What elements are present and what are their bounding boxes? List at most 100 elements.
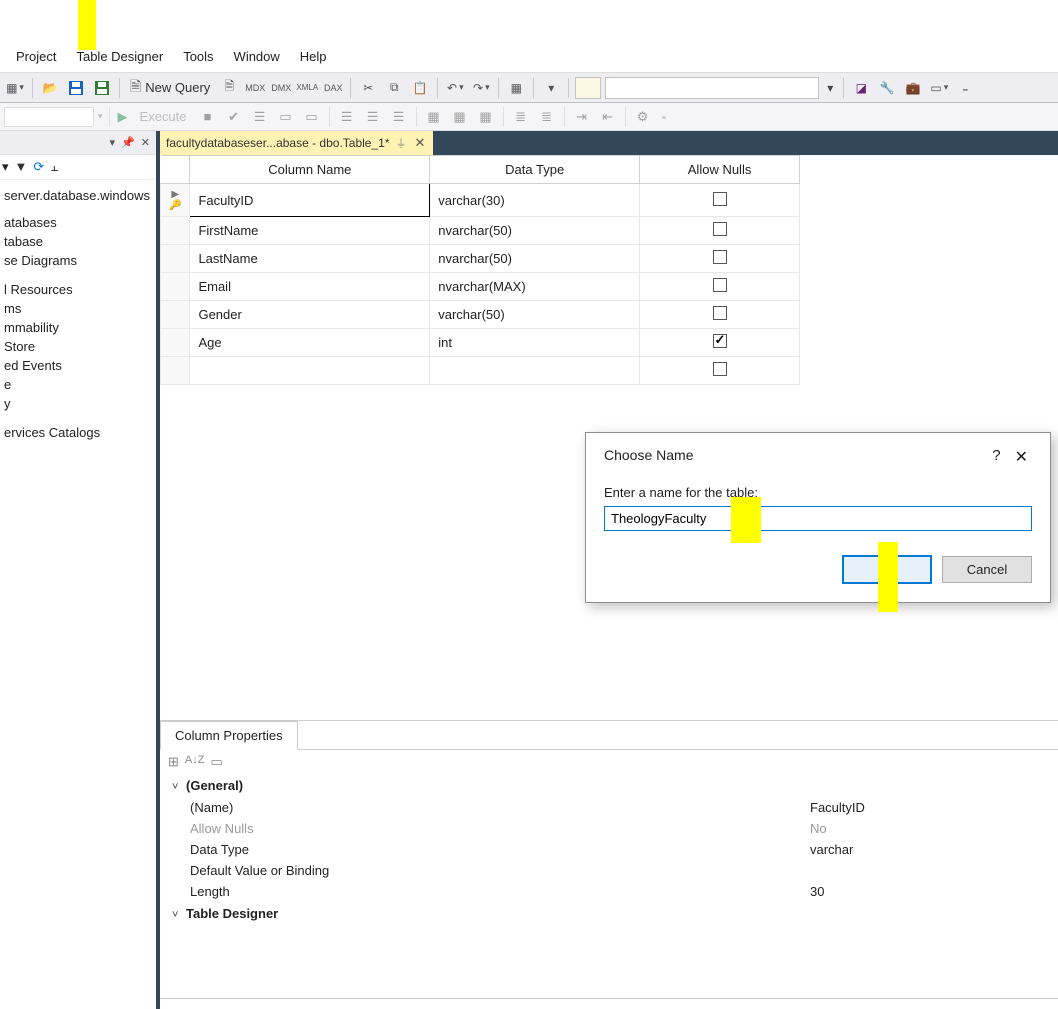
activity-icon[interactable]: ◪: [850, 77, 872, 99]
dax-icon[interactable]: DAX: [322, 77, 344, 99]
copy-icon[interactable]: ⧉: [383, 77, 405, 99]
server-node[interactable]: server.database.windows: [0, 186, 156, 205]
wrench-icon[interactable]: 🔧: [876, 77, 898, 99]
menu-help[interactable]: Help: [290, 45, 337, 68]
allow-nulls-checkbox[interactable]: [713, 278, 727, 292]
property-value[interactable]: [810, 863, 1046, 878]
alphabetical-icon[interactable]: A↓Z: [185, 754, 205, 770]
cut-icon[interactable]: ✂: [357, 77, 379, 99]
tree-node[interactable]: [0, 270, 156, 280]
column-name-cell[interactable]: Gender: [190, 301, 430, 329]
data-type-cell[interactable]: nvarchar(50): [430, 217, 640, 245]
data-type-cell[interactable]: [430, 357, 640, 385]
column-properties-tab[interactable]: Column Properties: [160, 721, 298, 750]
pin-icon[interactable]: ⏚: [396, 135, 407, 151]
menu-window[interactable]: Window: [224, 45, 290, 68]
briefcase-icon[interactable]: 💼: [902, 77, 924, 99]
mdx-icon[interactable]: MDX: [244, 77, 266, 99]
tree-node[interactable]: y: [0, 394, 156, 413]
row-selector[interactable]: [161, 301, 190, 329]
row-selector[interactable]: [161, 357, 190, 385]
tree-node[interactable]: e: [0, 375, 156, 394]
property-row[interactable]: Default Value or Binding: [190, 860, 1046, 881]
object-tree[interactable]: server.database.windows atabasestabasese…: [0, 180, 156, 1009]
allow-nulls-cell[interactable]: [640, 217, 800, 245]
data-type-cell[interactable]: varchar(50): [430, 301, 640, 329]
allow-nulls-cell[interactable]: [640, 329, 800, 357]
tree-node[interactable]: Store: [0, 337, 156, 356]
undo-dropdown[interactable]: ↶: [444, 77, 466, 99]
allow-nulls-cell[interactable]: [640, 301, 800, 329]
refresh-icon[interactable]: ⟳: [33, 159, 44, 175]
redo-dropdown[interactable]: ↷: [470, 77, 492, 99]
new-query-button[interactable]: 🗎New Query: [126, 76, 214, 100]
execute-button[interactable]: Execute: [134, 109, 193, 124]
row-selector[interactable]: [161, 245, 190, 273]
allow-nulls-checkbox[interactable]: [713, 306, 727, 320]
dialog-close-icon[interactable]: ✕: [1011, 447, 1032, 467]
property-row[interactable]: Allow NullsNo: [190, 818, 1046, 839]
data-type-cell[interactable]: int: [430, 329, 640, 357]
header-allow-nulls[interactable]: Allow Nulls: [640, 156, 800, 184]
category-general[interactable]: (General): [172, 774, 1046, 797]
column-name-cell[interactable]: FacultyID: [190, 184, 430, 217]
header-data-type[interactable]: Data Type: [430, 156, 640, 184]
search-combo[interactable]: [605, 77, 819, 99]
column-name-cell[interactable]: FirstName: [190, 217, 430, 245]
connect-dropdown[interactable]: ▾: [2, 159, 9, 175]
property-value[interactable]: FacultyID: [810, 800, 1046, 815]
save-icon[interactable]: [65, 77, 87, 99]
tree-node[interactable]: tabase: [0, 232, 156, 251]
allow-nulls-checkbox[interactable]: [713, 362, 727, 376]
panel-pin-icon[interactable]: 📌: [121, 136, 135, 149]
tree-node[interactable]: l Resources: [0, 280, 156, 299]
property-value[interactable]: 30: [810, 884, 1046, 899]
allow-nulls-checkbox[interactable]: [713, 222, 727, 236]
property-value[interactable]: varchar: [810, 842, 1046, 857]
menu-project[interactable]: Project: [6, 45, 66, 68]
tree-node[interactable]: ms: [0, 299, 156, 318]
search-launch-icon[interactable]: [575, 77, 601, 99]
column-name-cell[interactable]: Age: [190, 329, 430, 357]
activity-monitor-icon[interactable]: ⫠: [50, 159, 58, 175]
header-column-name[interactable]: Column Name: [190, 156, 430, 184]
categorized-icon[interactable]: ⊞: [168, 754, 179, 770]
allow-nulls-checkbox[interactable]: [713, 250, 727, 264]
overflow-icon[interactable]: ₌: [954, 77, 976, 99]
dropdown-icon[interactable]: ▾: [540, 77, 562, 99]
xmla-icon[interactable]: XMLA: [296, 77, 318, 99]
row-selector[interactable]: ▶🔑: [161, 184, 190, 217]
row-selector[interactable]: [161, 217, 190, 245]
allow-nulls-checkbox[interactable]: [713, 192, 727, 206]
allow-nulls-cell[interactable]: [640, 184, 800, 217]
allow-nulls-cell[interactable]: [640, 245, 800, 273]
category-table-designer[interactable]: Table Designer: [172, 902, 1046, 925]
tab-close-icon[interactable]: ✕: [413, 135, 428, 151]
row-selector[interactable]: [161, 273, 190, 301]
table-designer-tab[interactable]: facultydatabaseser...abase - dbo.Table_1…: [160, 131, 433, 155]
db-query-icon[interactable]: 🗎: [218, 77, 240, 99]
column-name-cell[interactable]: Email: [190, 273, 430, 301]
property-pages-icon[interactable]: ▭: [210, 754, 222, 770]
tree-node[interactable]: [0, 413, 156, 423]
new-item-dropdown[interactable]: ▦: [4, 77, 26, 99]
database-combo[interactable]: [4, 107, 94, 127]
property-row[interactable]: Length30: [190, 881, 1046, 902]
paste-icon[interactable]: 📋: [409, 77, 431, 99]
row-selector[interactable]: [161, 329, 190, 357]
allow-nulls-cell[interactable]: [640, 357, 800, 385]
tree-node[interactable]: se Diagrams: [0, 251, 156, 270]
tree-node[interactable]: mmability: [0, 318, 156, 337]
panel-close-icon[interactable]: ✕: [141, 136, 150, 149]
allow-nulls-cell[interactable]: [640, 273, 800, 301]
data-type-cell[interactable]: nvarchar(MAX): [430, 273, 640, 301]
menu-tools[interactable]: Tools: [173, 45, 223, 68]
data-type-cell[interactable]: varchar(30): [430, 184, 640, 217]
table-name-input[interactable]: [604, 506, 1032, 531]
property-row[interactable]: Data Typevarchar: [190, 839, 1046, 860]
property-row[interactable]: (Name)FacultyID: [190, 797, 1046, 818]
panel-dropdown-icon[interactable]: ▾: [110, 136, 116, 149]
filter-icon[interactable]: ▼: [15, 159, 28, 175]
column-name-cell[interactable]: [190, 357, 430, 385]
properties-icon[interactable]: ▦: [505, 77, 527, 99]
